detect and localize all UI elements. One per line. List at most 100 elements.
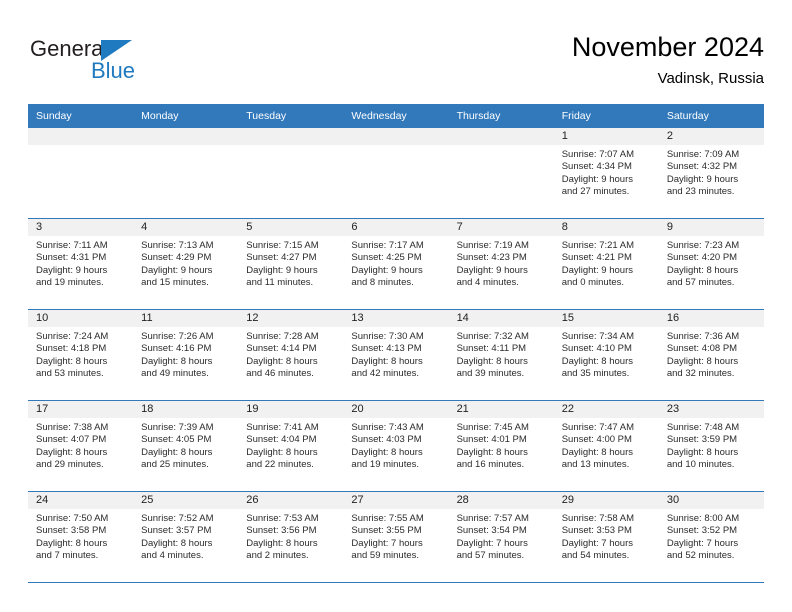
- sunset-text: Sunset: 3:54 PM: [456, 525, 527, 537]
- sunrise-text: Sunrise: 7:23 AM: [666, 240, 740, 251]
- calendar-day-cell[interactable]: 27 Sunrise: 7:55 AM Sunset: 3:55 PM Dayligh…: [343, 491, 449, 583]
- day-cell-content: 15 Sunrise: 7:34 AM Sunset: 4:10 PM Dayligh…: [553, 310, 659, 400]
- calendar-day-cell[interactable]: 2 Sunrise: 7:09 AM Sunset: 4:32 PM Daylight…: [658, 128, 764, 219]
- sun-info: Sunrise: 7:30 AM Sunset: 4:13 PM Daylight:…: [343, 327, 448, 381]
- calendar-day-cell[interactable]: 29 Sunrise: 7:58 AM Sunset: 3:53 PM Dayligh…: [553, 491, 659, 583]
- calendar-day-cell[interactable]: 10 Sunrise: 7:24 AM Sunset: 4:18 PM Dayligh…: [28, 309, 134, 401]
- sunset-text: Sunset: 4:05 PM: [141, 434, 212, 446]
- day-cell-content: 28 Sunrise: 7:57 AM Sunset: 3:54 PM Dayligh…: [448, 492, 554, 582]
- calendar-day-cell[interactable]: 24 Sunrise: 7:50 AM Sunset: 3:58 PM Dayligh…: [28, 491, 134, 583]
- day-number: 19: [238, 401, 344, 418]
- calendar-week-row: 17 Sunrise: 7:38 AM Sunset: 4:07 PM Dayligh…: [28, 400, 764, 492]
- day-number: 12: [238, 310, 344, 327]
- daylight-text-line1: Daylight: 8 hours: [36, 355, 108, 367]
- calendar-day-cell-empty: [343, 128, 449, 219]
- sunset-text: Sunset: 4:32 PM: [666, 161, 738, 173]
- sun-info: Sunrise: 7:55 AM Sunset: 3:55 PM Daylight:…: [343, 509, 448, 563]
- weekday-header-thursday: Thursday: [448, 104, 554, 128]
- sunset-text: Sunset: 4:10 PM: [561, 343, 632, 355]
- day-cell-content: 19 Sunrise: 7:41 AM Sunset: 4:04 PM Dayligh…: [238, 401, 344, 491]
- weekday-header-saturday: Saturday: [658, 104, 764, 128]
- logo-text-blue: Blue: [91, 58, 136, 83]
- day-cell-content: 2 Sunrise: 7:09 AM Sunset: 4:32 PM Daylight…: [658, 128, 764, 218]
- sun-info: Sunrise: 7:13 AM Sunset: 4:29 PM Daylight:…: [133, 236, 238, 290]
- sunset-text: Sunset: 3:53 PM: [561, 525, 632, 537]
- daylight-text-line1: Daylight: 9 hours: [36, 264, 108, 276]
- calendar-day-cell[interactable]: 1 Sunrise: 7:07 AM Sunset: 4:34 PM Daylight…: [553, 128, 659, 219]
- day-cell-content: 3 Sunrise: 7:11 AM Sunset: 4:31 PM Daylight…: [28, 219, 134, 309]
- day-number: 26: [238, 492, 344, 509]
- sunrise-text: Sunrise: 7:57 AM: [456, 513, 529, 524]
- calendar-day-cell[interactable]: 7 Sunrise: 7:19 AM Sunset: 4:23 PM Daylight…: [448, 218, 554, 310]
- day-cell-content: 8 Sunrise: 7:21 AM Sunset: 4:21 PM Daylight…: [553, 219, 659, 309]
- daylight-text-line1: Daylight: 9 hours: [561, 173, 633, 185]
- daylight-text-line2: and 57 minutes.: [456, 550, 525, 562]
- day-number: 10: [28, 310, 134, 327]
- calendar-day-cell[interactable]: 18 Sunrise: 7:39 AM Sunset: 4:05 PM Dayligh…: [133, 400, 239, 492]
- daylight-text-line2: and 52 minutes.: [666, 550, 735, 562]
- calendar-day-cell[interactable]: 26 Sunrise: 7:53 AM Sunset: 3:56 PM Dayligh…: [238, 491, 344, 583]
- sunset-text: Sunset: 4:13 PM: [351, 343, 422, 355]
- calendar-day-cell[interactable]: 28 Sunrise: 7:57 AM Sunset: 3:54 PM Dayligh…: [448, 491, 554, 583]
- daylight-text-line2: and 11 minutes.: [246, 277, 314, 289]
- day-cell-content: [28, 128, 134, 218]
- calendar-day-cell[interactable]: 21 Sunrise: 7:45 AM Sunset: 4:01 PM Dayligh…: [448, 400, 554, 492]
- daylight-text-line1: Daylight: 8 hours: [351, 446, 423, 458]
- daylight-text-line2: and 8 minutes.: [351, 277, 414, 289]
- daylight-text-line2: and 23 minutes.: [666, 186, 735, 198]
- daylight-text-line2: and 32 minutes.: [666, 368, 735, 380]
- calendar-day-cell[interactable]: 6 Sunrise: 7:17 AM Sunset: 4:25 PM Daylight…: [343, 218, 449, 310]
- day-cell-content: 10 Sunrise: 7:24 AM Sunset: 4:18 PM Dayligh…: [28, 310, 134, 400]
- sun-info: Sunrise: 7:24 AM Sunset: 4:18 PM Daylight:…: [28, 327, 133, 381]
- daylight-text-line1: Daylight: 8 hours: [561, 355, 633, 367]
- calendar-day-cell[interactable]: 20 Sunrise: 7:43 AM Sunset: 4:03 PM Dayligh…: [343, 400, 449, 492]
- day-number: 24: [28, 492, 134, 509]
- calendar-day-cell[interactable]: 8 Sunrise: 7:21 AM Sunset: 4:21 PM Daylight…: [553, 218, 659, 310]
- calendar-day-cell[interactable]: 14 Sunrise: 7:32 AM Sunset: 4:11 PM Dayligh…: [448, 309, 554, 401]
- day-cell-content: 1 Sunrise: 7:07 AM Sunset: 4:34 PM Daylight…: [553, 128, 659, 218]
- calendar-day-cell[interactable]: 5 Sunrise: 7:15 AM Sunset: 4:27 PM Daylight…: [238, 218, 344, 310]
- general-blue-logo[interactable]: General Blue: [30, 36, 160, 88]
- sunset-text: Sunset: 4:20 PM: [666, 252, 738, 264]
- calendar-day-cell[interactable]: 22 Sunrise: 7:47 AM Sunset: 4:00 PM Dayligh…: [553, 400, 659, 492]
- daylight-text-line1: Daylight: 8 hours: [561, 446, 633, 458]
- daylight-text-line2: and 13 minutes.: [561, 459, 630, 471]
- calendar-head: Sunday Monday Tuesday Wednesday Thursday…: [28, 104, 764, 128]
- calendar-day-cell[interactable]: 16 Sunrise: 7:36 AM Sunset: 4:08 PM Dayligh…: [658, 309, 764, 401]
- calendar-day-cell[interactable]: 12 Sunrise: 7:28 AM Sunset: 4:14 PM Dayligh…: [238, 309, 344, 401]
- sun-info: Sunrise: 7:19 AM Sunset: 4:23 PM Daylight:…: [449, 236, 554, 290]
- day-number: 7: [448, 219, 554, 236]
- daylight-text-line1: Daylight: 8 hours: [246, 537, 318, 549]
- day-number: 23: [658, 401, 764, 418]
- calendar-day-cell[interactable]: 25 Sunrise: 7:52 AM Sunset: 3:57 PM Dayligh…: [133, 491, 239, 583]
- calendar-day-cell[interactable]: 30 Sunrise: 8:00 AM Sunset: 3:52 PM Dayligh…: [658, 491, 764, 583]
- sunrise-text: Sunrise: 7:19 AM: [456, 240, 529, 251]
- calendar-day-cell[interactable]: 11 Sunrise: 7:26 AM Sunset: 4:16 PM Dayligh…: [133, 309, 239, 401]
- day-cell-content: 5 Sunrise: 7:15 AM Sunset: 4:27 PM Daylight…: [238, 219, 344, 309]
- daylight-text-line1: Daylight: 8 hours: [666, 264, 739, 276]
- sunset-text: Sunset: 4:03 PM: [351, 434, 422, 446]
- day-cell-content: 7 Sunrise: 7:19 AM Sunset: 4:23 PM Daylight…: [448, 219, 554, 309]
- calendar-week-row: 1 Sunrise: 7:07 AM Sunset: 4:34 PM Daylight…: [28, 128, 764, 219]
- calendar-day-cell[interactable]: 15 Sunrise: 7:34 AM Sunset: 4:10 PM Dayligh…: [553, 309, 659, 401]
- calendar-day-cell[interactable]: 9 Sunrise: 7:23 AM Sunset: 4:20 PM Daylight…: [658, 218, 764, 310]
- calendar-day-cell[interactable]: 17 Sunrise: 7:38 AM Sunset: 4:07 PM Dayligh…: [28, 400, 134, 492]
- sunrise-text: Sunrise: 7:52 AM: [141, 513, 214, 524]
- daylight-text-line2: and 19 minutes.: [351, 459, 420, 471]
- calendar-day-cell[interactable]: 3 Sunrise: 7:11 AM Sunset: 4:31 PM Daylight…: [28, 218, 134, 310]
- calendar-day-cell-empty: [448, 128, 554, 219]
- sun-info: Sunrise: 7:43 AM Sunset: 4:03 PM Daylight:…: [343, 418, 448, 472]
- day-cell-content: 4 Sunrise: 7:13 AM Sunset: 4:29 PM Daylight…: [133, 219, 239, 309]
- weekday-header-tuesday: Tuesday: [238, 104, 344, 128]
- sunset-text: Sunset: 4:18 PM: [36, 343, 107, 355]
- calendar-day-cell[interactable]: 13 Sunrise: 7:30 AM Sunset: 4:13 PM Dayligh…: [343, 309, 449, 401]
- sunrise-text: Sunrise: 7:28 AM: [246, 331, 319, 342]
- day-number: 15: [553, 310, 659, 327]
- calendar-day-cell[interactable]: 4 Sunrise: 7:13 AM Sunset: 4:29 PM Daylight…: [133, 218, 239, 310]
- day-number: 2: [658, 128, 764, 145]
- day-number: 25: [133, 492, 239, 509]
- day-cell-content: 17 Sunrise: 7:38 AM Sunset: 4:07 PM Dayligh…: [28, 401, 134, 491]
- calendar-day-cell[interactable]: 19 Sunrise: 7:41 AM Sunset: 4:04 PM Dayligh…: [238, 400, 344, 492]
- calendar-day-cell[interactable]: 23 Sunrise: 7:48 AM Sunset: 3:59 PM Dayligh…: [658, 400, 764, 492]
- day-number: [343, 128, 449, 145]
